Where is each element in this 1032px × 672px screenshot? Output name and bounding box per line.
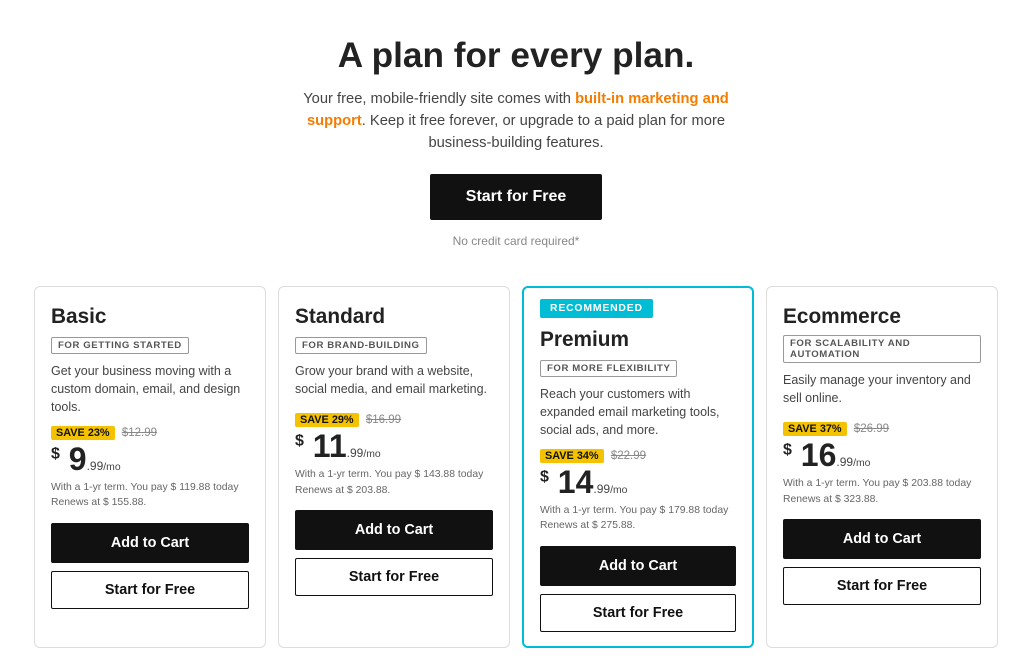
- original-price: $26.99: [854, 423, 889, 435]
- start-for-free-button[interactable]: Start for Free: [540, 594, 736, 632]
- hero-section: A plan for every plan. Your free, mobile…: [0, 0, 1032, 268]
- hero-title: A plan for every plan.: [20, 36, 1012, 76]
- recommended-badge: RECOMMENDED: [540, 299, 653, 318]
- hero-subtitle: Your free, mobile-friendly site comes wi…: [296, 88, 736, 154]
- save-badge: SAVE 23%: [51, 426, 115, 440]
- plans-section: Basic FOR GETTING STARTED Get your busines…: [0, 268, 1032, 672]
- plan-savings: SAVE 34% $22.99: [540, 450, 736, 462]
- plan-price: $ 11.99/mo: [295, 428, 493, 465]
- original-price: $12.99: [122, 427, 157, 439]
- plan-desc: Reach your customers with expanded email…: [540, 385, 736, 439]
- add-to-cart-button[interactable]: Add to Cart: [783, 519, 981, 559]
- original-price: $16.99: [366, 414, 401, 426]
- plan-tag: FOR GETTING STARTED: [51, 337, 189, 354]
- plan-savings: SAVE 37% $26.99: [783, 423, 981, 435]
- start-for-free-button[interactable]: Start for Free: [51, 571, 249, 609]
- add-to-cart-button[interactable]: Add to Cart: [540, 546, 736, 586]
- plan-card-standard: Standard FOR BRAND-BUILDING Grow your bran…: [278, 286, 510, 648]
- plan-tag: FOR SCALABILITY AND AUTOMATION: [783, 335, 981, 363]
- plan-name: Standard: [295, 305, 493, 329]
- plan-price: $ 16.99/mo: [783, 437, 981, 474]
- plan-term: With a 1-yr term. You pay $ 179.88 today…: [540, 503, 736, 534]
- plan-term: With a 1-yr term. You pay $ 203.88 today…: [783, 476, 981, 507]
- save-badge: SAVE 37%: [783, 422, 847, 436]
- plan-term: With a 1-yr term. You pay $ 119.88 today…: [51, 480, 249, 511]
- plan-name: Basic: [51, 305, 249, 329]
- plan-name: Ecommerce: [783, 305, 981, 329]
- hero-start-free-button[interactable]: Start for Free: [430, 174, 602, 220]
- plan-card-premium: RECOMMENDED Premium FOR MORE FLEXIBILITY Re…: [522, 286, 754, 648]
- plan-card-basic: Basic FOR GETTING STARTED Get your busines…: [34, 286, 266, 648]
- save-badge: SAVE 34%: [540, 449, 604, 463]
- plan-price: $ 9.99/mo: [51, 441, 249, 478]
- plan-savings: SAVE 29% $16.99: [295, 414, 493, 426]
- plan-card-ecommerce: Ecommerce FOR SCALABILITY AND AUTOMATION E…: [766, 286, 998, 648]
- start-for-free-button[interactable]: Start for Free: [783, 567, 981, 605]
- plan-savings: SAVE 23% $12.99: [51, 427, 249, 439]
- plan-name: Premium: [540, 328, 736, 352]
- plan-price: $ 14.99/mo: [540, 464, 736, 501]
- original-price: $22.99: [611, 450, 646, 462]
- hero-no-cc-text: No credit card required*: [20, 234, 1012, 248]
- plan-tag: FOR MORE FLEXIBILITY: [540, 360, 677, 377]
- plan-term: With a 1-yr term. You pay $ 143.88 today…: [295, 467, 493, 498]
- plan-tag: FOR BRAND-BUILDING: [295, 337, 427, 354]
- save-badge: SAVE 29%: [295, 413, 359, 427]
- add-to-cart-button[interactable]: Add to Cart: [295, 510, 493, 550]
- plan-desc: Grow your brand with a website, social m…: [295, 362, 493, 404]
- plan-desc: Get your business moving with a custom d…: [51, 362, 249, 416]
- plan-desc: Easily manage your inventory and sell on…: [783, 371, 981, 413]
- start-for-free-button[interactable]: Start for Free: [295, 558, 493, 596]
